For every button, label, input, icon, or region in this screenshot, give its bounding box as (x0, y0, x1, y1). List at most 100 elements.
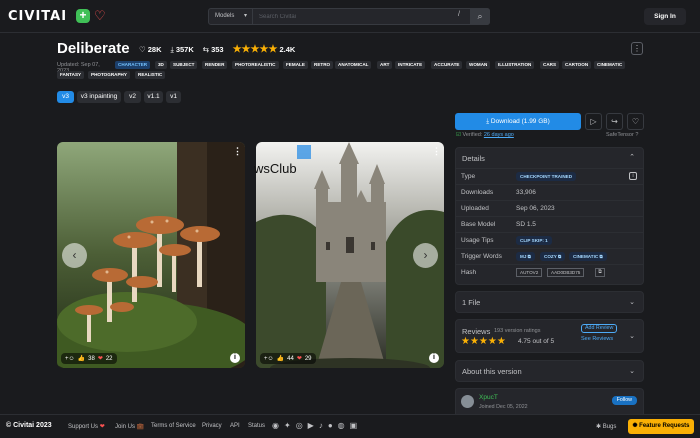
create-plus-icon[interactable]: + (76, 9, 90, 23)
chevron-down-icon: ⌄ (629, 368, 635, 375)
version-tab-v2[interactable]: v2 (124, 91, 141, 103)
tag-chip[interactable]: ILLUSTRATION (495, 61, 535, 69)
terms-link[interactable]: Terms of Service (151, 423, 196, 429)
details-title[interactable]: Details (462, 154, 485, 163)
info-icon[interactable]: i (429, 353, 439, 363)
page-title: Deliberate (57, 40, 130, 57)
trigger-word: MJ (520, 254, 527, 259)
search-type-select[interactable]: Models ▾ (209, 9, 253, 24)
tag-chip[interactable]: RENDER (202, 61, 228, 69)
social-icons: ◉ ✦ ◎ ▶ ♪ ● ◍ ▣ (272, 421, 357, 430)
tag-chip[interactable]: ANATOMICAL (335, 61, 372, 69)
tag-chip[interactable]: ART (377, 61, 393, 69)
tag-chip[interactable]: RETRO (311, 61, 334, 69)
safetensor-label: SafeTensor (606, 132, 634, 138)
tag-chip[interactable]: CINEMATIC (594, 61, 626, 69)
run-button[interactable]: ▷ (585, 113, 602, 130)
feature-requests-button[interactable]: ✺ Feature Requests (628, 419, 694, 434)
privacy-link[interactable]: Privacy (202, 423, 222, 429)
follow-button[interactable]: Follow (611, 396, 637, 405)
heart-count: 22 (105, 355, 113, 362)
tag-chip[interactable]: CHARACTER (115, 61, 151, 69)
chevron-down-icon[interactable]: ⌄ (629, 332, 635, 340)
search-input[interactable] (255, 9, 460, 24)
version-tab-v3[interactable]: v3 (57, 91, 74, 103)
tag-chip[interactable]: FEMALE (283, 61, 308, 69)
tag-chip[interactable]: CARTOON (562, 61, 592, 69)
add-reaction-icon[interactable]: +☺ (65, 356, 75, 362)
trigger-word-chip[interactable]: CINEMATIC ⧉ (569, 252, 607, 261)
tag-chip[interactable]: FANTASY (57, 71, 85, 79)
instagram-icon[interactable]: ◎ (296, 421, 303, 430)
tag-chip[interactable]: CARS (540, 61, 560, 69)
version-tab-v1[interactable]: v1 (166, 91, 181, 103)
twitter-icon[interactable]: ✦ (284, 421, 291, 430)
likes-stat[interactable]: ♡ 28K (139, 45, 162, 54)
tag-chip[interactable]: SUBJECT (170, 61, 198, 69)
reddit-icon[interactable]: ● (328, 421, 333, 430)
download-button[interactable]: ⤓ Download (1.99 GB) (455, 113, 581, 130)
rating-stat[interactable]: ★★★★★ 2.4K (233, 44, 296, 55)
favorite-button[interactable]: ♡ (627, 113, 644, 130)
tag-chip[interactable]: PHOTOGRAPHY (88, 71, 130, 79)
youtube-icon[interactable]: ▶ (308, 421, 314, 430)
thumbs-up-icon[interactable]: 👍 (78, 355, 85, 362)
version-tab-v1-1[interactable]: v1.1 (144, 91, 163, 103)
bugs-link[interactable]: ✱ Bugs (596, 423, 616, 430)
api-link[interactable]: API (230, 423, 240, 429)
hash-value[interactable]: AAD0DB3D75 (547, 268, 585, 277)
thumbs-up-icon[interactable]: 👍 (277, 355, 284, 362)
type-badge: CHECKPOINT TRAINED (516, 172, 577, 181)
copy-icon[interactable]: ⧉ (595, 268, 605, 277)
creator-name[interactable]: XpucT (479, 394, 498, 401)
detail-value: Sep 06, 2023 (516, 205, 555, 212)
twitch-icon[interactable]: ▣ (350, 421, 358, 430)
help-icon[interactable]: ? (635, 132, 638, 138)
info-icon[interactable]: i (230, 353, 240, 363)
add-reaction-icon[interactable]: +☺ (264, 356, 274, 362)
tiktok-icon[interactable]: ♪ (319, 421, 323, 430)
share-button[interactable]: ↪ (606, 113, 623, 130)
tag-chip[interactable]: REALISTIC (135, 71, 166, 79)
card-menu-icon[interactable]: ⋮ (432, 146, 441, 157)
civitai-logo[interactable]: CIVITAI (8, 9, 67, 24)
detail-row-downloads: Downloads 33,906 (456, 184, 643, 200)
gallery-prev-button[interactable]: ‹ (62, 243, 87, 268)
status-link[interactable]: Status (248, 423, 265, 429)
signin-button[interactable]: Sign In (644, 8, 686, 25)
heart-icon[interactable]: ♡ (94, 8, 106, 24)
discord-icon[interactable]: ◉ (272, 421, 279, 430)
add-review-button[interactable]: Add Review (581, 324, 618, 333)
gallery-next-button[interactable]: › (413, 243, 438, 268)
heart-icon: ❤ (99, 424, 105, 430)
avatar[interactable] (461, 395, 474, 408)
tag-chip[interactable]: WOMAN (466, 61, 491, 69)
github-icon[interactable]: ◍ (338, 421, 345, 430)
like-count: 38 (88, 355, 95, 362)
support-us-link[interactable]: Support Us ❤ (68, 423, 105, 430)
see-reviews-link[interactable]: See Reviews (581, 336, 613, 342)
detail-key: Downloads (461, 189, 494, 196)
trigger-word: COZY (544, 254, 557, 259)
heart-icon[interactable]: ❤ (297, 355, 302, 362)
version-tab-v3-inpainting[interactable]: v3 inpainting (77, 91, 121, 103)
about-version-panel[interactable]: About this version ⌄ (455, 360, 644, 382)
trigger-word-chip[interactable]: MJ ⧉ (516, 252, 535, 261)
trigger-word-chip[interactable]: COZY ⧉ (540, 252, 566, 261)
tag-chip[interactable]: ACCURATE (431, 61, 463, 69)
comments-stat[interactable]: ⇆ 353 (203, 45, 224, 54)
card-menu-icon[interactable]: ⋮ (233, 146, 242, 157)
heart-icon[interactable]: ❤ (98, 355, 103, 362)
files-panel[interactable]: 1 File ⌄ (455, 291, 644, 313)
info-icon[interactable]: i (629, 172, 637, 180)
more-menu-button[interactable]: ⋮ (631, 42, 643, 55)
tag-chip[interactable]: INTRICATE (395, 61, 426, 69)
verified-date-link[interactable]: 26 days ago (484, 132, 514, 138)
tag-chip[interactable]: 3D (155, 61, 167, 69)
likes-count: 28K (147, 45, 162, 54)
search-button[interactable]: ⌕ (470, 8, 490, 25)
join-us-link[interactable]: Join Us 💼 (115, 423, 144, 430)
tag-chip[interactable]: PHOTOREALISTIC (232, 61, 279, 69)
hash-type-select[interactable]: AUTOV2 (516, 268, 543, 277)
chevron-up-icon[interactable]: ⌃ (629, 153, 635, 161)
